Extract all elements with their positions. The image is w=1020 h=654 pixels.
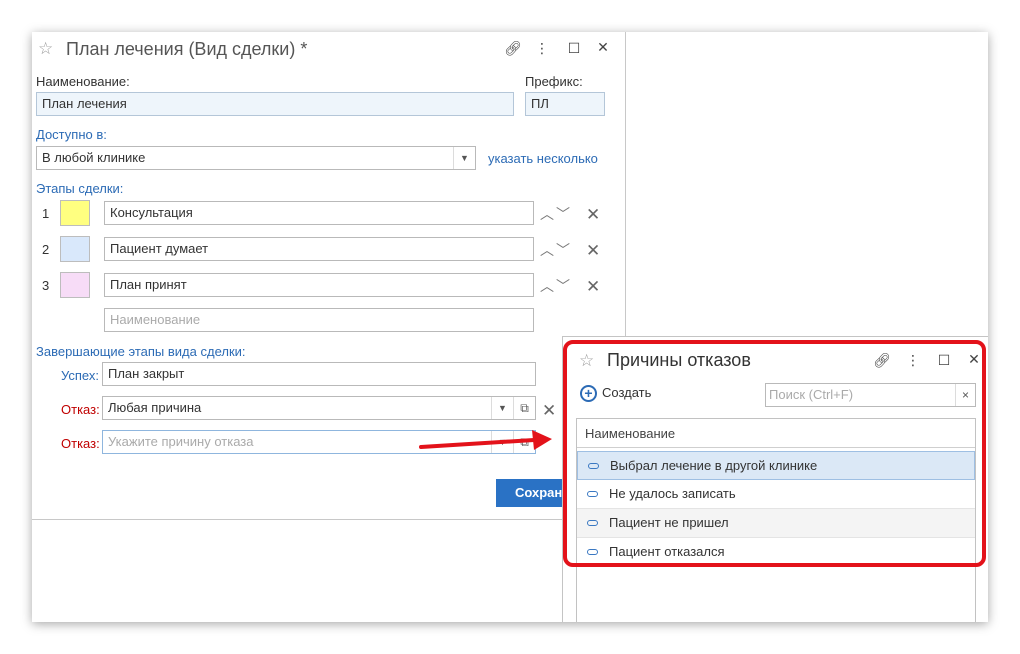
arrow-head [532,430,552,450]
red-arrow-annotation [419,430,552,450]
arrow-shaft [419,438,536,449]
